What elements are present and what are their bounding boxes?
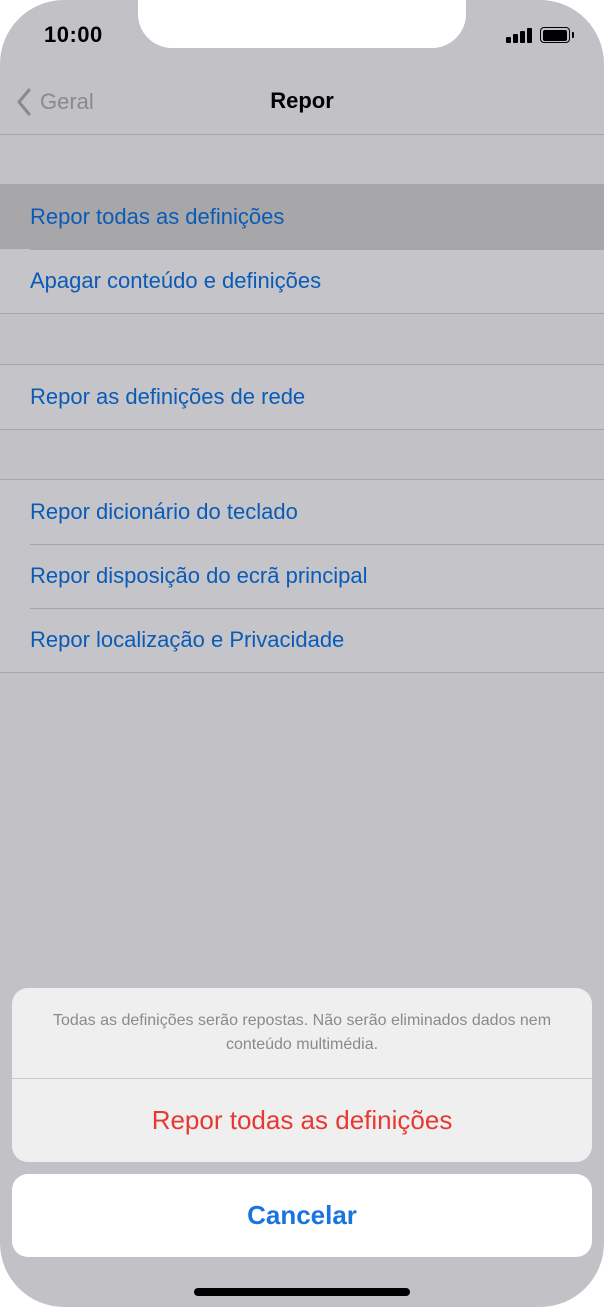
home-indicator[interactable] xyxy=(194,1288,410,1296)
reset-all-settings-row[interactable]: Repor todas as definições xyxy=(0,185,604,249)
reset-group-2: Repor as definições de rede xyxy=(0,364,604,430)
row-label: Repor dicionário do teclado xyxy=(30,499,298,524)
status-time: 10:00 xyxy=(44,22,103,47)
status-bar: 10:00 xyxy=(0,0,604,70)
reset-location-privacy-row[interactable]: Repor localização e Privacidade xyxy=(0,608,604,672)
phone-screen: 10:00 Geral Repor Repor todas as definiç… xyxy=(0,0,604,1307)
cellular-signal-icon xyxy=(506,27,534,43)
row-label: Repor as definições de rede xyxy=(30,384,306,409)
row-label: Repor todas as definições xyxy=(30,204,285,229)
row-label: Repor localização e Privacidade xyxy=(30,627,345,652)
action-sheet: Todas as definições serão repostas. Não … xyxy=(12,988,592,1162)
reset-group-1: Repor todas as definições Apagar conteúd… xyxy=(0,184,604,314)
reset-group-3: Repor dicionário do teclado Repor dispos… xyxy=(0,479,604,673)
reset-network-settings-row[interactable]: Repor as definições de rede xyxy=(0,365,604,429)
navigation-bar: Geral Repor xyxy=(0,70,604,135)
row-label: Repor disposição do ecrã principal xyxy=(30,563,368,588)
action-sheet-message: Todas as definições serão repostas. Não … xyxy=(52,1012,552,1053)
cancel-button[interactable]: Cancelar xyxy=(12,1174,592,1257)
erase-content-settings-row[interactable]: Apagar conteúdo e definições xyxy=(0,249,604,313)
row-label: Apagar conteúdo e definições xyxy=(30,268,322,293)
battery-icon xyxy=(540,27,574,43)
notch xyxy=(138,0,466,48)
reset-home-screen-layout-row[interactable]: Repor disposição do ecrã principal xyxy=(0,544,604,608)
confirm-reset-button[interactable]: Repor todas as definições xyxy=(12,1079,592,1162)
page-title: Repor xyxy=(270,88,334,113)
reset-keyboard-dictionary-row[interactable]: Repor dicionário do teclado xyxy=(0,480,604,544)
